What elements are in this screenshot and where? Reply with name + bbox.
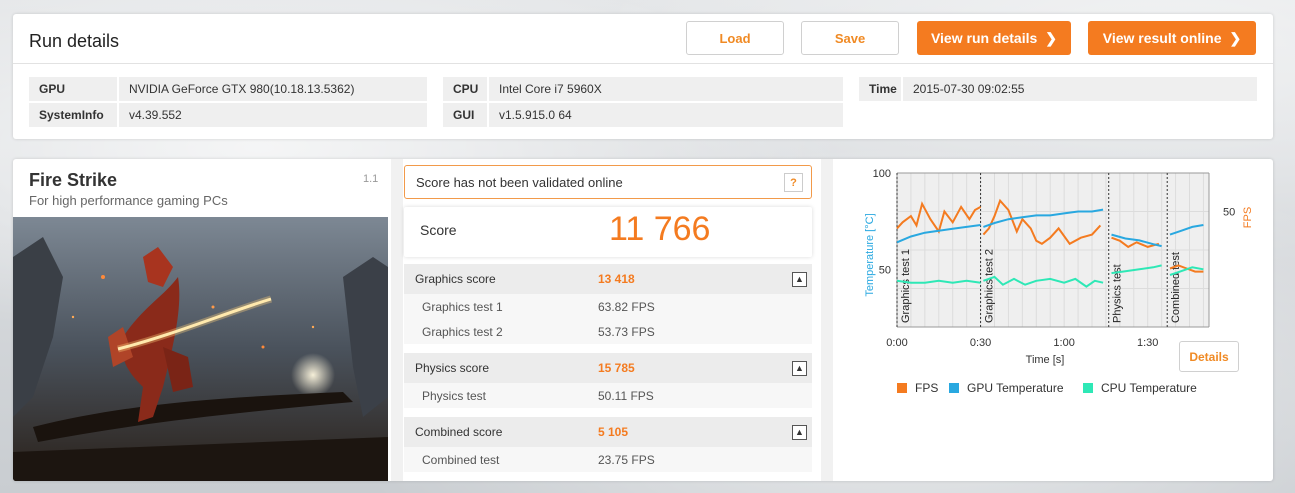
x-tick-label: 0:30 [970, 337, 991, 349]
benchmark-version: 1.1 [363, 173, 379, 185]
physics-score-header[interactable]: Physics score 15 785 ▲ [404, 353, 812, 383]
details-button[interactable]: Details [1179, 341, 1239, 372]
list-item: Physics test 50.11 FPS [404, 383, 812, 408]
divider [13, 63, 1273, 64]
cpu-row: CPU Intel Core i7 5960X [443, 77, 843, 101]
benchmark-panel: Fire Strike For high performance gaming … [13, 159, 1273, 481]
artwork-svg [13, 217, 388, 481]
time-value: 2015-07-30 09:02:55 [913, 82, 1025, 96]
gui-value: v1.5.915.0 64 [499, 108, 572, 122]
y-right-tick-label: 50 [1223, 207, 1235, 219]
section-label: Graphics test 2 [984, 249, 996, 323]
combined-score-section: Combined score 5 105 ▲ Combined test 23.… [404, 417, 812, 472]
y-tick-label: 50 [879, 264, 891, 276]
performance-chart: Graphics test 1 Graphics test 2 Physics te… [864, 168, 1254, 366]
systeminfo-label: SystemInfo [29, 103, 119, 127]
column-separator [821, 159, 833, 481]
graphics-score-value: 13 418 [598, 272, 635, 286]
gpu-label: GPU [29, 77, 119, 101]
section-label: Combined test [1170, 252, 1182, 323]
benchmark-title: Fire Strike [29, 170, 118, 190]
test-label: Graphics test 1 [422, 299, 503, 314]
score-box: Score 11 766 [404, 207, 812, 257]
physics-score-label: Physics score [415, 361, 490, 375]
y-right-axis-label: FPS [1242, 207, 1254, 228]
benchmark-subtitle: For high performance gaming PCs [29, 193, 228, 208]
graphics-score-header[interactable]: Graphics score 13 418 ▲ [404, 264, 812, 294]
view-run-details-label: View run details [930, 30, 1038, 46]
list-item: Combined test 23.75 FPS [404, 447, 812, 472]
test-label: Graphics test 2 [422, 324, 503, 339]
validation-text: Score has not been validated online [416, 174, 623, 190]
gui-label: GUI [443, 103, 489, 127]
graphics-score-section: Graphics score 13 418 ▲ Graphics test 1 … [404, 264, 812, 344]
test-label: Physics test [422, 388, 487, 403]
legend-swatch [1083, 383, 1093, 393]
physics-score-section: Physics score 15 785 ▲ Physics test 50.1… [404, 353, 812, 408]
cpu-label: CPU [443, 77, 489, 101]
systeminfo-value: v4.39.552 [129, 108, 182, 122]
chevron-right-icon: ❯ [1229, 29, 1242, 46]
gui-row: GUI v1.5.915.0 64 [443, 103, 843, 127]
test-value: 53.73 FPS [598, 324, 655, 339]
view-result-online-label: View result online [1102, 30, 1222, 46]
x-tick-label: 1:00 [1053, 337, 1074, 349]
combined-score-header[interactable]: Combined score 5 105 ▲ [404, 417, 812, 447]
run-details-title: Run details [29, 31, 120, 51]
column-separator [391, 159, 403, 481]
view-run-details-button[interactable]: View run details ❯ [917, 21, 1071, 55]
physics-score-value: 15 785 [598, 361, 635, 375]
x-axis-label: Time [s] [1026, 354, 1065, 366]
legend-label: GPU Temperature [967, 381, 1064, 395]
load-button[interactable]: Load [686, 21, 784, 55]
collapse-icon[interactable]: ▲ [792, 271, 807, 287]
legend-item-fps: FPS [897, 381, 938, 395]
y-tick-label: 100 [873, 168, 891, 180]
legend-item-cpu-temperature: CPU Temperature [1083, 381, 1197, 395]
graphics-score-label: Graphics score [415, 272, 496, 286]
y-axis-label: Temperature [°C] [864, 213, 876, 296]
legend-label: CPU Temperature [1101, 381, 1197, 395]
legend-label: FPS [915, 381, 939, 395]
collapse-icon[interactable]: ▲ [792, 360, 807, 376]
collapse-icon[interactable]: ▲ [792, 424, 807, 440]
systeminfo-row: SystemInfo v4.39.552 [29, 103, 427, 127]
save-button[interactable]: Save [801, 21, 899, 55]
run-details-panel: Run details Load Save View run details ❯… [13, 14, 1273, 139]
test-label: Combined test [422, 452, 500, 467]
chevron-right-icon: ❯ [1045, 29, 1058, 46]
benchmark-artwork [13, 217, 388, 481]
score-label: Score [420, 222, 457, 238]
time-row: Time 2015-07-30 09:02:55 [859, 77, 1257, 101]
section-label: Graphics test 1 [900, 249, 912, 323]
help-icon[interactable]: ? [784, 173, 803, 192]
test-value: 23.75 FPS [598, 452, 655, 467]
cpu-value: Intel Core i7 5960X [499, 82, 602, 96]
legend-swatch [949, 383, 959, 393]
list-item: Graphics test 1 63.82 FPS [404, 294, 812, 319]
combined-score-value: 5 105 [598, 425, 629, 439]
x-tick-label: 1:30 [1137, 337, 1158, 349]
gpu-row: GPU NVIDIA GeForce GTX 980(10.18.13.5362… [29, 77, 427, 101]
time-label: Time [859, 77, 903, 101]
test-value: 50.11 FPS [598, 388, 654, 403]
list-item: Graphics test 2 53.73 FPS [404, 319, 812, 344]
gpu-value: NVIDIA GeForce GTX 980(10.18.13.5362) [129, 82, 355, 96]
legend-swatch [897, 383, 907, 393]
validation-notice: Score has not been validated online ? [404, 165, 812, 199]
combined-score-label: Combined score [415, 425, 503, 439]
x-tick-label: 0:00 [886, 337, 907, 349]
view-result-online-button[interactable]: View result online ❯ [1088, 21, 1256, 55]
legend-item-gpu-temperature: GPU Temperature [949, 381, 1064, 395]
score-value: 11 766 [609, 210, 711, 248]
test-value: 63.82 FPS [598, 299, 655, 314]
